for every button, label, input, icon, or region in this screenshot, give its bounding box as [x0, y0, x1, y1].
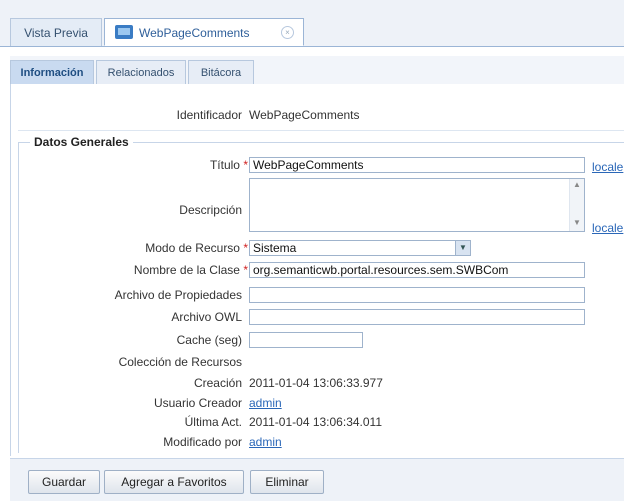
tab-relacionados[interactable]: Relacionados: [96, 60, 186, 84]
modificado-por-label: Modificado por: [163, 435, 242, 449]
usuario-creador-link[interactable]: admin: [249, 396, 282, 410]
modificado-por-link[interactable]: admin: [249, 435, 282, 449]
identificador-label: Identificador: [176, 108, 242, 122]
titulo-input[interactable]: [249, 157, 585, 173]
identificador-value: WebPageComments: [249, 108, 360, 122]
tab-informacion[interactable]: Información: [10, 60, 94, 84]
archivo-propiedades-input[interactable]: [249, 287, 585, 303]
modo-recurso-value: Sistema: [253, 241, 297, 255]
guardar-button[interactable]: Guardar: [28, 470, 100, 494]
eliminar-button[interactable]: Eliminar: [250, 470, 324, 494]
document-tab-bar: Vista Previa WebPageComments ×: [0, 0, 624, 47]
archivo-owl-label: Archivo OWL: [171, 310, 242, 324]
descripcion-textarea[interactable]: ▲ ▼: [249, 178, 585, 232]
modo-recurso-select[interactable]: Sistema ▼: [249, 240, 471, 256]
scrollbar[interactable]: ▲ ▼: [569, 179, 584, 231]
ultima-act-value: 2011-01-04 13:06:34.011: [249, 415, 383, 429]
cache-input[interactable]: [249, 332, 363, 348]
cache-label: Cache (seg): [176, 333, 242, 347]
tab-webpagecomments[interactable]: WebPageComments ×: [104, 18, 304, 46]
tab-webpagecomments-label: WebPageComments: [139, 26, 250, 40]
section-tab-bar: Información Relacionados Bitácora: [10, 56, 624, 85]
coleccion-recursos-label: Colección de Recursos: [118, 355, 242, 369]
creacion-value: 2011-01-04 13:06:33.977: [249, 376, 383, 390]
tab-bitacora[interactable]: Bitácora: [188, 60, 254, 84]
divider: [18, 130, 624, 131]
titulo-locale-link[interactable]: locale: [592, 160, 623, 174]
usuario-creador-label: Usuario Creador: [153, 396, 242, 410]
webpage-icon: [115, 25, 133, 39]
agregar-favoritos-button[interactable]: Agregar a Favoritos: [104, 470, 244, 494]
section-title: Datos Generales: [30, 135, 133, 149]
descripcion-locale-link[interactable]: locale: [592, 221, 623, 235]
ultima-act-label: Última Act.: [184, 415, 242, 429]
nombre-clase-input[interactable]: [249, 262, 585, 278]
tab-vista-previa[interactable]: Vista Previa: [10, 18, 102, 46]
descripcion-label: Descripción: [179, 203, 242, 217]
modo-recurso-label: Modo de Recurso *: [145, 241, 248, 255]
titulo-label: Título *: [209, 158, 248, 172]
chevron-down-icon[interactable]: ▼: [455, 241, 470, 255]
archivo-owl-input[interactable]: [249, 309, 585, 325]
archivo-propiedades-label: Archivo de Propiedades: [114, 288, 242, 302]
close-icon[interactable]: ×: [281, 26, 294, 39]
creacion-label: Creación: [193, 376, 242, 390]
nombre-clase-label: Nombre de la Clase *: [133, 263, 248, 277]
